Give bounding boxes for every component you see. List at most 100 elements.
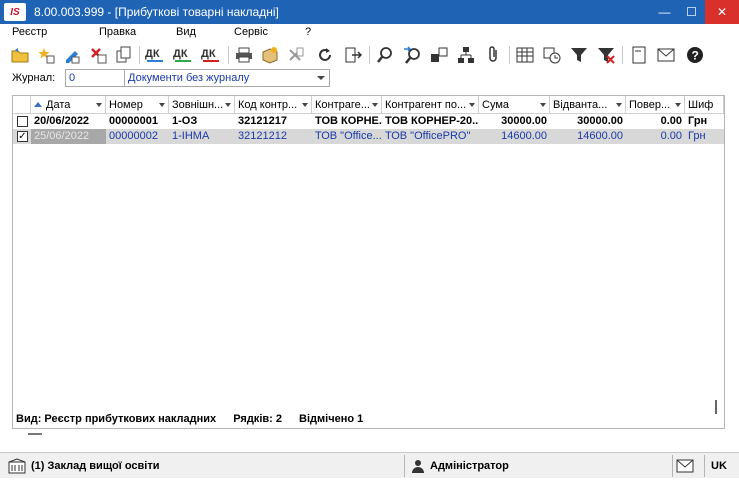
user-section[interactable]: Адміністратор: [412, 453, 509, 479]
print-icon[interactable]: [233, 44, 255, 66]
copy-icon[interactable]: [113, 44, 135, 66]
organization-section[interactable]: (1) Заклад вищої освіти: [8, 453, 159, 479]
journal-select-value: Документи без журналу: [128, 72, 250, 84]
window-controls: — ☐ ✕: [651, 0, 739, 24]
language-indicator[interactable]: UK: [711, 453, 727, 479]
toolbar-separator: [369, 46, 370, 64]
status-divider: [672, 455, 673, 477]
header-contractor[interactable]: Контраге...: [312, 96, 382, 114]
close-button[interactable]: ✕: [705, 0, 739, 24]
header-contractor-code[interactable]: Код контр...: [235, 96, 312, 114]
header-date[interactable]: Дата: [31, 96, 106, 114]
tree-icon[interactable]: [455, 44, 477, 66]
header-shipped[interactable]: Відванта...: [550, 96, 626, 114]
refresh-icon[interactable]: [314, 44, 336, 66]
window-icon[interactable]: [628, 44, 650, 66]
app-logo-icon: IS: [4, 3, 26, 21]
status-divider: [404, 455, 405, 477]
status-bar: (1) Заклад вищої освіти Адміністратор UK: [0, 452, 739, 478]
chevron-down-icon: [225, 103, 231, 107]
maximize-button[interactable]: ☐: [678, 0, 705, 24]
cell-external: 1-ІНМА: [172, 130, 210, 142]
schedule-icon[interactable]: [541, 44, 563, 66]
cell-returned: 0.00: [660, 115, 682, 127]
toolbar-separator: [622, 46, 623, 64]
menu-service[interactable]: Сервіс: [234, 26, 268, 38]
package-icon[interactable]: [259, 44, 281, 66]
messages-section[interactable]: [676, 453, 694, 479]
chevron-down-icon: [302, 103, 308, 107]
search-next-icon[interactable]: [401, 44, 423, 66]
view-name: Вид: Реєстр прибуткових накладних: [16, 413, 217, 425]
header-check-column: [13, 96, 31, 114]
svg-text:ДК: ДК: [145, 48, 160, 60]
new-star-icon[interactable]: [35, 44, 57, 66]
cell-currency: Грн: [688, 115, 708, 127]
table-icon[interactable]: [514, 44, 536, 66]
header-contractor-full[interactable]: Контрагент по...: [382, 96, 479, 114]
row-count: Рядків: 2: [233, 413, 282, 425]
menu-view[interactable]: Вид: [176, 26, 196, 38]
search-icon[interactable]: [374, 44, 396, 66]
cell-contractor-code: 32121212: [238, 130, 287, 142]
attach-icon[interactable]: [482, 44, 504, 66]
chevron-down-icon: [159, 103, 165, 107]
organization-name: (1) Заклад вищої освіти: [31, 460, 160, 472]
toolbar-separator: [228, 46, 229, 64]
minimize-button[interactable]: —: [651, 0, 678, 24]
help-icon[interactable]: ?: [684, 44, 706, 66]
sort-ascending-icon: [34, 102, 42, 107]
edit-pencil-icon[interactable]: [61, 44, 83, 66]
toolbar: ДК ДК ДК ?: [0, 42, 739, 68]
svg-text:?: ?: [692, 49, 699, 63]
exit-icon[interactable]: [342, 44, 364, 66]
window-title: 8.00.003.999 - [Прибуткові товарні накла…: [34, 5, 279, 19]
chevron-down-icon: [96, 103, 102, 107]
status-divider: [704, 455, 705, 477]
cell-shipped: 14600.00: [577, 130, 623, 142]
header-number[interactable]: Номер: [106, 96, 169, 114]
delete-icon[interactable]: [87, 44, 109, 66]
table-row[interactable]: 20/06/2022 00000001 1-ОЗ 32121217 ТОВ КО…: [13, 114, 724, 129]
cell-contractor: ТОВ "Office...: [315, 130, 382, 142]
toolbar-separator: [139, 46, 140, 64]
grid-status-line: Вид: Реєстр прибуткових накладних Рядків…: [16, 413, 377, 425]
open-folder-icon[interactable]: [9, 44, 31, 66]
cell-currency: Грн: [688, 130, 706, 142]
cell-date: 25/06/2022: [31, 129, 106, 144]
post-dk-red-icon[interactable]: ДК: [200, 44, 222, 66]
header-returned[interactable]: Повер...: [626, 96, 685, 114]
toolbar-separator: [509, 46, 510, 64]
cell-returned: 0.00: [660, 130, 682, 142]
post-dk-icon[interactable]: ДК: [144, 44, 166, 66]
horizontal-scrollbar[interactable]: [28, 433, 42, 435]
header-sum[interactable]: Сума: [479, 96, 550, 114]
cell-sum: 14600.00: [501, 130, 547, 142]
chevron-down-icon: [317, 76, 325, 80]
header-external[interactable]: Зовнішн...: [169, 96, 235, 114]
table-row[interactable]: ✓ 25/06/2022 00000002 1-ІНМА 32121212 ТО…: [13, 129, 724, 144]
building-icon: [8, 458, 26, 474]
row-checkbox[interactable]: [17, 116, 28, 127]
cell-sum: 30000.00: [501, 115, 547, 127]
menu-help[interactable]: ?: [305, 26, 311, 38]
mail-icon[interactable]: [655, 44, 677, 66]
journal-number-field[interactable]: 0: [65, 69, 125, 87]
menu-registry[interactable]: Реєстр: [12, 26, 47, 38]
documents-grid: Дата Номер Зовнішн... Код контр... Контр…: [12, 95, 725, 429]
post-dk-green-icon[interactable]: ДК: [172, 44, 194, 66]
chevron-down-icon: [540, 103, 546, 107]
chevron-down-icon: [675, 103, 681, 107]
cell-date: 20/06/2022: [34, 115, 90, 127]
journal-row: Журнал: 0 Документи без журналу: [0, 68, 739, 90]
menu-edit[interactable]: Правка: [99, 26, 136, 38]
journal-select[interactable]: Документи без журналу: [124, 69, 330, 87]
clear-filter-icon[interactable]: [595, 44, 617, 66]
marked-count: Відмічено 1: [299, 413, 364, 425]
vertical-scrollbar[interactable]: [715, 400, 717, 414]
header-currency[interactable]: Шиф: [685, 96, 724, 114]
row-checkbox[interactable]: ✓: [17, 131, 28, 142]
export-icon[interactable]: [285, 44, 307, 66]
link-icon[interactable]: [428, 44, 450, 66]
filter-icon[interactable]: [568, 44, 590, 66]
